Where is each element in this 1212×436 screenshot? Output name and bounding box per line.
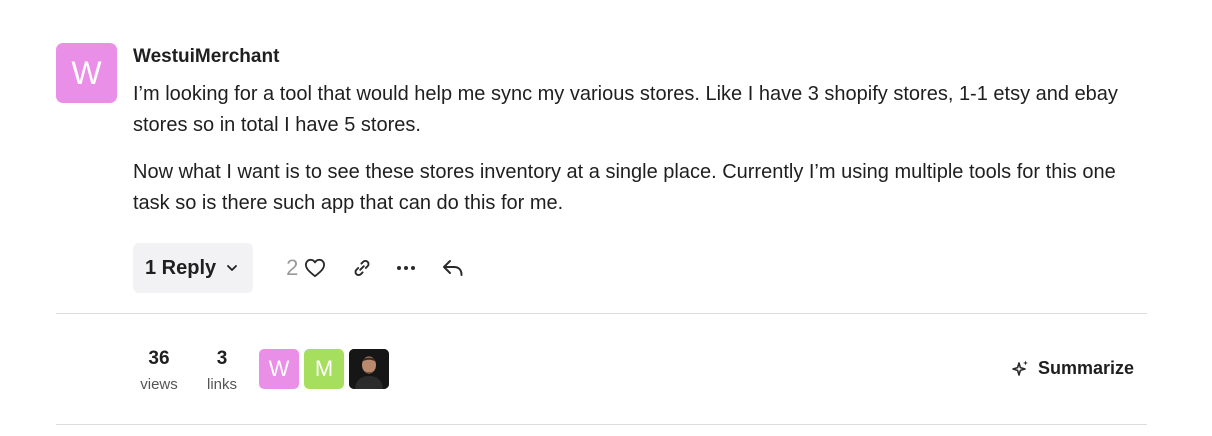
reply-button[interactable] xyxy=(442,259,464,277)
sparkle-icon xyxy=(1012,360,1028,376)
views-stat: 36 views xyxy=(136,348,182,393)
reply-icon xyxy=(443,260,463,276)
links-count: 3 xyxy=(216,348,228,369)
topic-post: W WestuiMerchant I’m looking for a tool … xyxy=(0,0,1212,436)
links-stat[interactable]: 3 links xyxy=(200,348,244,393)
divider xyxy=(56,424,1147,425)
views-label: views xyxy=(140,376,178,393)
summarize-button[interactable]: Summarize xyxy=(1010,358,1134,379)
replies-count-label: 1 Reply xyxy=(145,256,217,279)
post-paragraph: Now what I want is to see these stores i… xyxy=(133,161,1116,214)
avatar[interactable]: W xyxy=(56,43,117,103)
participant-letter: W xyxy=(268,356,290,381)
like-count[interactable]: 2 xyxy=(286,255,298,281)
username[interactable]: WestuiMerchant xyxy=(133,46,279,68)
ellipsis-icon xyxy=(397,266,416,270)
more-actions-button[interactable] xyxy=(396,265,416,271)
participant-avatar[interactable]: M xyxy=(304,349,344,389)
links-label: links xyxy=(206,376,237,393)
heart-icon xyxy=(305,258,326,278)
person-photo-icon xyxy=(349,349,389,389)
participant-avatar-photo[interactable] xyxy=(349,349,389,389)
views-count: 36 xyxy=(148,348,170,369)
avatar-letter: W xyxy=(71,54,102,91)
chevron-down-icon xyxy=(227,265,238,271)
post-paragraph: I’m looking for a tool that would help m… xyxy=(133,83,1118,136)
post-actions: 1 Reply 2 xyxy=(133,243,464,293)
summarize-label: Summarize xyxy=(1038,358,1135,378)
participant-avatar[interactable]: W xyxy=(259,349,299,389)
link-icon xyxy=(354,259,370,277)
participant-letter: M xyxy=(314,356,334,381)
like-button[interactable] xyxy=(304,258,326,278)
copy-link-button[interactable] xyxy=(352,258,372,278)
replies-toggle-button[interactable]: 1 Reply xyxy=(133,243,254,293)
divider xyxy=(56,313,1147,314)
post-body: I’m looking for a tool that would help m… xyxy=(133,79,1123,235)
